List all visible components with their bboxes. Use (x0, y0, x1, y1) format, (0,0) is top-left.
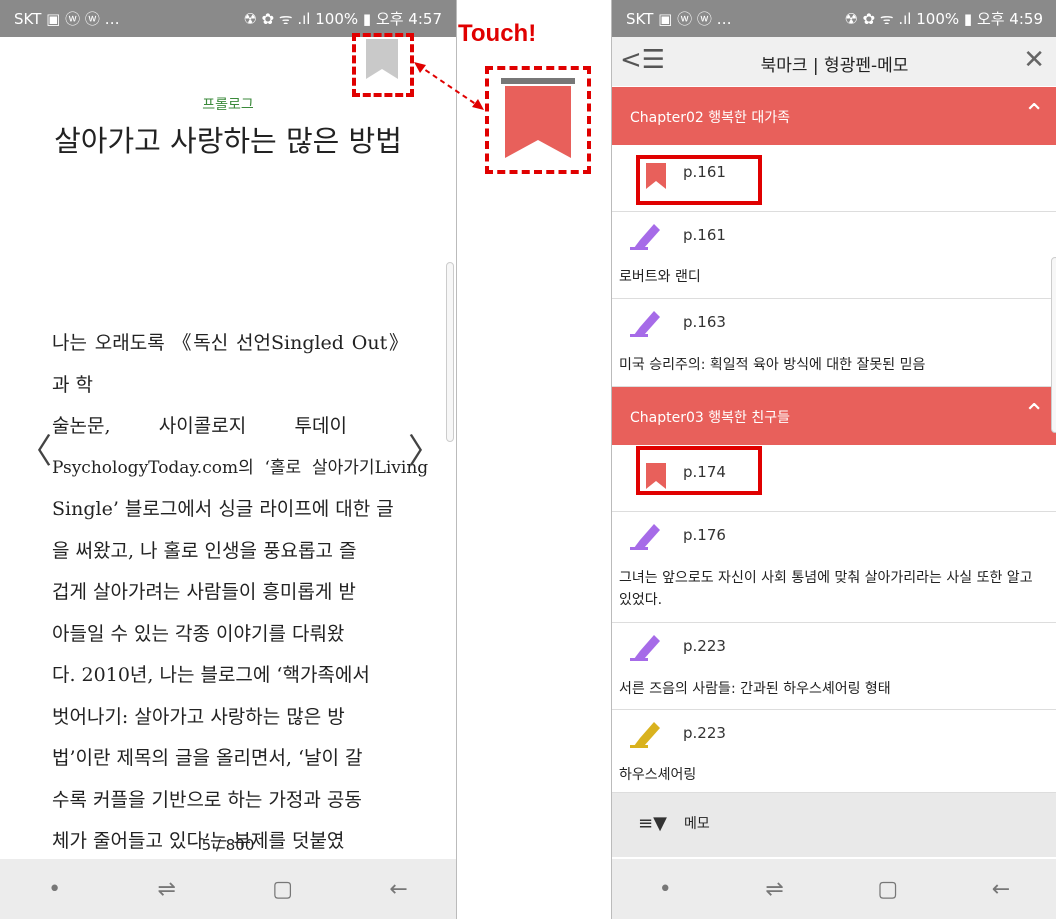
chapter-title: Chapter03 행복한 친구들 (630, 410, 790, 426)
edge-panel-handle[interactable] (1051, 257, 1056, 433)
page-indicator: 5 / 800 (201, 836, 255, 854)
bookmark-list-screen: SKT ▣ ⓦ ⓦ … ☢ ✿ ᯤ .ıl 100% ▮ 오후 4:59 <☰ … (611, 0, 1056, 919)
memo-icon: ≡▼ (638, 813, 667, 834)
recents-button[interactable]: ⇌ (765, 877, 783, 902)
reader-screen: SKT ▣ ⓦ ⓦ … ☢ ✿ ᯤ .ıl 100% ▮ 오후 4:57 프롤로… (0, 0, 457, 919)
item-page: p.161 (683, 226, 726, 244)
back-button[interactable]: ← (992, 877, 1010, 902)
enlarged-bookmark-box (485, 66, 591, 174)
item-page: p.223 (683, 724, 726, 742)
clock: 오후 4:57 (375, 10, 442, 28)
item-note: 미국 승리주의: 획일적 육아 방식에 대한 잘못된 믿음 (619, 357, 926, 373)
list-header: <☰ 북마크 | 형광펜-메모 ✕ (612, 37, 1056, 86)
next-page-chevron-icon[interactable]: 〉 (408, 424, 442, 473)
nav-dot-icon: • (48, 876, 62, 902)
notification-icons: ▣ ⓦ ⓦ … (46, 10, 120, 28)
book-title: 살아가고 사랑하는 많은 방법 (54, 124, 402, 158)
item-note: 그녀는 앞으로도 자신이 사회 통념에 맞춰 살아가리라는 사실 또한 알고 있… (619, 570, 1033, 608)
item-page: p.163 (683, 313, 726, 331)
clock: 오후 4:59 (976, 10, 1043, 28)
highlighter-purple-icon (630, 635, 660, 661)
carrier: SKT (626, 10, 654, 28)
body-line: 수록 커플을 기반으로 하는 가정과 공동 (52, 788, 362, 811)
body-line: 벗어나기: 살아가고 사랑하는 많은 방 (52, 705, 345, 728)
prev-page-chevron-icon[interactable]: 〈 (18, 424, 52, 473)
item-page: p.176 (683, 526, 726, 544)
body-line: 겁게 살아가려는 사람들이 흥미롭게 받 (52, 581, 356, 603)
callout-arrow-icon (414, 62, 484, 110)
system-icons: ☢ ✿ ᯤ .ıl (243, 10, 311, 28)
nav-dot-icon: • (658, 876, 672, 902)
notification-icons: ▣ ⓦ ⓦ … (658, 10, 732, 28)
battery-level: 100% (315, 10, 359, 28)
back-button[interactable]: ← (389, 877, 407, 902)
memo-label: 메모 (684, 816, 710, 832)
body-line: 법’이란 제목의 글을 올리면서, ‘날이 갈 (52, 747, 363, 769)
body-line: PsychologyToday.com의 ‘홀로 살아가기Living (52, 457, 429, 478)
collapse-caret-icon[interactable]: ⌃ (1023, 99, 1045, 129)
list-title: 북마크 | 형광펜-메모 (760, 56, 909, 76)
system-icons: ☢ ✿ ᯤ .ıl (844, 10, 912, 28)
system-navbar: • ⇌ ▢ ← (0, 859, 456, 919)
touch-callout-label: Touch! (458, 20, 537, 47)
memo-section-header[interactable]: ≡▼ 메모 (612, 793, 1056, 857)
chapter-section-header[interactable]: Chapter02 행복한 대가족 ⌃ (612, 87, 1056, 145)
page-body: 나는 오래도록 《독신 선언Singled Out》과 학 술논문, 사이콜로지… (52, 323, 429, 863)
highlighter-purple-icon (630, 224, 660, 250)
body-line: 아들일 수 있는 각종 이야기를 다뤄왔 (52, 622, 345, 645)
collapse-caret-icon[interactable]: ⌃ (1023, 399, 1045, 429)
list-item-highlight[interactable]: p.223 하우스셰어링 (612, 710, 1056, 793)
status-bar: SKT ▣ ⓦ ⓦ … ☢ ✿ ᯤ .ıl 100% ▮ 오후 4:57 (0, 0, 456, 37)
body-line: 나는 오래도록 《독신 선언Singled Out》과 학 (52, 332, 408, 396)
edge-panel-handle[interactable] (446, 262, 454, 442)
highlighter-purple-icon (630, 311, 660, 337)
body-line: Single’ 블로그에서 싱글 라이프에 대한 글 (52, 498, 394, 520)
list-item-highlight[interactable]: p.223 서른 즈음의 사람들: 간과된 하우스셰어링 형태 (612, 623, 1056, 710)
chapter-label: 프롤로그 (202, 97, 254, 113)
close-button[interactable]: ✕ (1023, 45, 1045, 75)
item-page: p.223 (683, 637, 726, 655)
battery-level: 100% (916, 10, 960, 28)
body-line: 다. 2010년, 나는 블로그에 ‘핵가족에서 (52, 664, 370, 686)
body-line: 을 써왔고, 나 홀로 인생을 풍요롭고 즐 (52, 539, 357, 562)
list-item-highlight[interactable]: p.176 그녀는 앞으로도 자신이 사회 통념에 맞춰 살아가리라는 사실 또… (612, 512, 1056, 623)
home-button[interactable]: ▢ (877, 877, 898, 902)
chapter-title: Chapter02 행복한 대가족 (630, 110, 790, 126)
carrier: SKT (14, 10, 42, 28)
recents-button[interactable]: ⇌ (157, 877, 175, 902)
chapter-section-header[interactable]: Chapter03 행복한 친구들 ⌃ (612, 387, 1056, 445)
item-note: 로버트와 랜디 (619, 269, 701, 285)
list-item-highlight[interactable]: p.161 로버트와 랜디 (612, 212, 1056, 299)
body-line: 술논문, 사이콜로지 투데이 (52, 415, 347, 437)
highlighter-purple-icon (630, 524, 660, 550)
item-note: 서른 즈음의 사람들: 간과된 하우스셰어링 형태 (619, 681, 891, 697)
bookmark-active-icon (501, 78, 575, 158)
list-item-highlight[interactable]: p.163 미국 승리주의: 획일적 육아 방식에 대한 잘못된 믿음 (612, 299, 1056, 387)
bookmark-highlight-box (636, 155, 762, 205)
item-note: 하우스셰어링 (619, 767, 697, 783)
highlighter-yellow-icon (630, 722, 660, 748)
home-button[interactable]: ▢ (272, 877, 293, 902)
system-navbar: • ⇌ ▢ ← (612, 859, 1056, 919)
bookmark-highlight-box (636, 446, 762, 495)
status-bar: SKT ▣ ⓦ ⓦ … ☢ ✿ ᯤ .ıl 100% ▮ 오후 4:59 (612, 0, 1056, 37)
